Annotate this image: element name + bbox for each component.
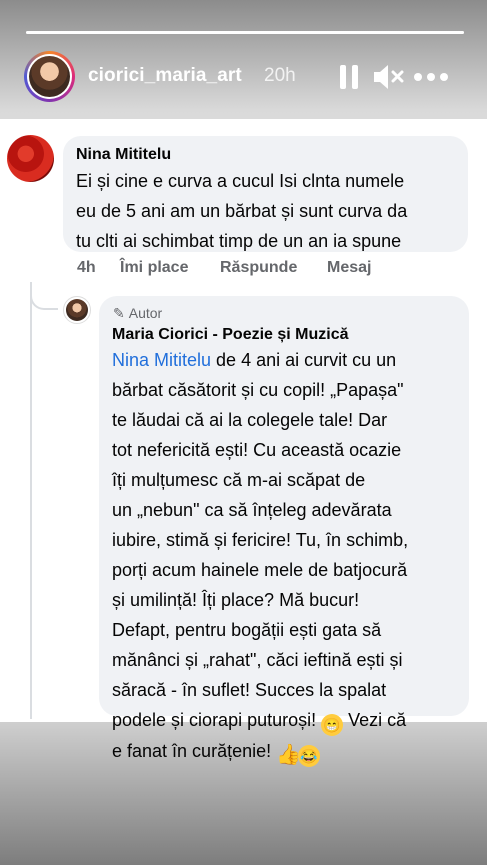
reply-button[interactable]: Răspunde (220, 259, 297, 277)
author-badge-label: Autor (128, 305, 163, 321)
reply-line: de 4 ani ai curvit cu un (211, 350, 397, 370)
grin-emoji-icon: 😁 (321, 714, 344, 736)
story-time-ago: 20h (264, 65, 296, 86)
story-username[interactable]: ciorici_maria_art (88, 65, 242, 87)
reply-line: e fanat în curățenie! (112, 741, 277, 761)
thread-connector (30, 282, 58, 310)
like-button[interactable]: Îmi place (120, 259, 188, 277)
commenter-avatar[interactable] (7, 135, 54, 182)
comment-line: tu clti ai schimbat timp de un an ia spu… (76, 231, 402, 251)
reply-line: iubire, stimă și fericire! Tu, în schimb… (112, 530, 409, 550)
thread-line (30, 289, 32, 719)
story-header: ciorici_maria_art 20h (24, 51, 464, 103)
reply-line: mănânci și „rahat", căci ieftină ești și (112, 650, 403, 670)
comment-time: 4h (77, 259, 96, 276)
reply-avatar-photo (66, 299, 88, 321)
reply-line: îți mulțumesc că m-ai scăpat de (112, 470, 366, 490)
mention-link[interactable]: Nina Mititelu (112, 350, 211, 370)
thumbs-up-emoji-icon: 👍 (276, 744, 302, 766)
reply-line: te lăudai că ai la colegele tale! Dar (112, 410, 388, 430)
laughing-emoji-icon: 😂 (298, 745, 321, 767)
reply-avatar[interactable] (63, 296, 91, 324)
reply-line: Vezi că (343, 710, 407, 730)
reply-line: bărbat căsătorit și cu copil! „Papașa" (112, 380, 404, 400)
story-progress-fill (26, 31, 464, 34)
pencil-icon: ✎ (113, 305, 125, 321)
message-button[interactable]: Mesaj (327, 259, 371, 277)
comment-line: Ei și cine e curva a cucul Isi clnta num… (76, 171, 405, 191)
reply-line: podele și ciorapi puturoși! (112, 710, 322, 730)
more-icon[interactable] (414, 73, 448, 81)
reply-line: porți acum hainele mele de batjocură (112, 560, 408, 580)
mute-icon[interactable] (372, 62, 404, 92)
comment-bubble: Nina Mititelu Ei și cine e curva a cucul… (63, 136, 468, 252)
reply-line: Defapt, pentru bogății ești gata să (112, 620, 382, 640)
reply-line: tot nefericită ești! Cu această ocazie (112, 440, 402, 460)
avatar-inner (27, 54, 72, 99)
comment-line: eu de 5 ani am un bărbat și sunt curva d… (76, 201, 408, 221)
reply-body: Nina Mititelu de 4 ani ai curvit cu un b… (112, 345, 408, 767)
story-progress-track (26, 31, 464, 34)
reply-line: și umilință! Îți place? Mă bucur! (112, 590, 360, 610)
story-avatar[interactable] (24, 51, 75, 102)
comment-author[interactable]: Nina Mititelu (76, 146, 171, 164)
reply-line: un „nebun" ca să înțeleg adevărata (112, 500, 392, 520)
reply-author[interactable]: Maria Ciorici - Poezie și Muzică (112, 326, 349, 344)
comment-body: Ei și cine e curva a cucul Isi clnta num… (76, 166, 407, 256)
avatar-photo (29, 56, 70, 97)
reply-line: săracă - în suflet! Succes la spalat (112, 680, 387, 700)
reply-bubble: ✎ Autor Maria Ciorici - Poezie și Muzică … (99, 296, 469, 767)
pause-icon[interactable] (340, 65, 358, 89)
author-badge: ✎ Autor (113, 305, 162, 322)
comment-screenshot: Nina Mititelu Ei și cine e curva a cucul… (0, 119, 487, 767)
